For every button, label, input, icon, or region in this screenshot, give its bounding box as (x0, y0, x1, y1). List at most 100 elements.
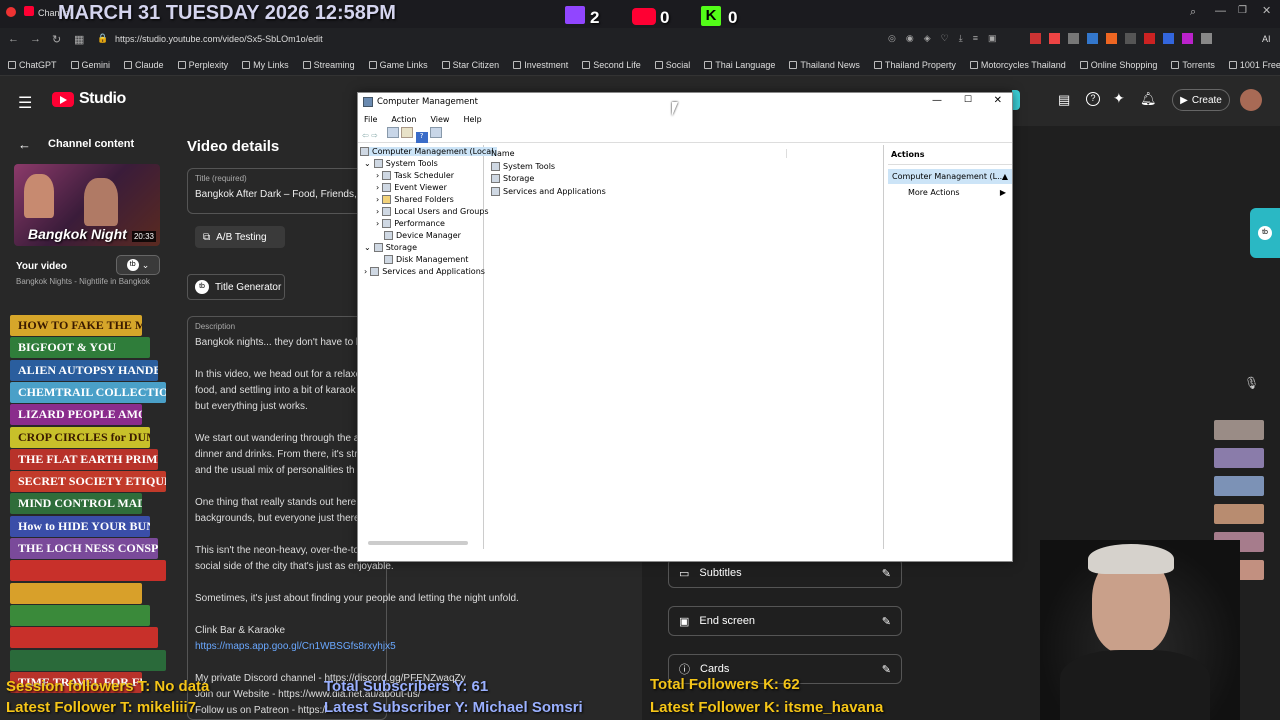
tubebuddy-dropdown[interactable]: tb ⌄ (116, 255, 160, 275)
search-tabs-icon[interactable]: ⌕ (1190, 6, 1196, 19)
action-pane-icon[interactable] (430, 127, 443, 138)
tree-item-device-manager[interactable]: Device Manager (384, 231, 461, 240)
title-input[interactable]: Bangkok After Dark – Food, Friends, (195, 189, 357, 200)
avatar[interactable] (1240, 89, 1262, 111)
tree-item-system-tools[interactable]: ⌄ System Tools (364, 159, 438, 168)
help-icon[interactable]: ? (1086, 92, 1100, 106)
bookmark-item[interactable]: Thailand Property (873, 60, 956, 70)
help-icon[interactable]: ? (415, 132, 428, 143)
tree-item-shared-folders[interactable]: › Shared Folders (376, 195, 454, 204)
browser-logo-icon[interactable] (6, 7, 16, 17)
tree-item-services[interactable]: › Services and Applications (364, 267, 485, 276)
close-icon[interactable]: ✕ (994, 95, 1002, 106)
extension-icon[interactable] (1106, 33, 1117, 44)
bookmark-item[interactable]: ChatGPT (8, 60, 57, 70)
menu-item[interactable]: File (364, 115, 377, 124)
url-field[interactable]: https://studio.youtube.com/video/Sx5-SbL… (115, 34, 323, 44)
menu-item[interactable]: View (430, 115, 449, 124)
tree-item-task-scheduler[interactable]: › Task Scheduler (376, 171, 454, 180)
bookmark-item[interactable]: Social (654, 60, 690, 70)
forward-arrow-icon[interactable]: ⇨ (371, 131, 378, 140)
sparkle-icon[interactable]: ✦ (1113, 90, 1125, 107)
extension-icon[interactable] (1125, 33, 1136, 44)
bookmark-item[interactable]: Claude (124, 60, 164, 70)
bookmark-item[interactable]: Star Citizen (441, 60, 499, 70)
menu-icon[interactable]: ☰ (18, 93, 32, 113)
bookmark-item[interactable]: Game Links (368, 60, 428, 70)
channel-content-link[interactable]: Channel content (48, 138, 134, 150)
bell-icon[interactable]: 🔔︎ (1140, 91, 1157, 107)
captions-icon[interactable]: ▤ (1058, 92, 1070, 108)
list-icon[interactable]: ≡ (973, 33, 978, 44)
bookmark-item[interactable]: Gemini (70, 60, 110, 70)
tree-item-local-users[interactable]: › Local Users and Groups (376, 207, 489, 216)
horizontal-scrollbar[interactable] (368, 541, 468, 545)
maximize-icon[interactable]: ☐ (964, 95, 972, 105)
reload-icon[interactable]: ↻ (52, 33, 61, 46)
column-header-name[interactable]: Name (491, 149, 787, 158)
bookmark-item[interactable]: Streaming (302, 60, 355, 70)
extension-icon[interactable] (1049, 33, 1060, 44)
menu-item[interactable]: Help (463, 115, 481, 124)
tree-item-storage[interactable]: ⌄ Storage (364, 243, 417, 252)
extension-icon[interactable] (1030, 33, 1041, 44)
list-item[interactable]: Services and Applications (491, 187, 606, 196)
export-icon[interactable] (401, 127, 414, 138)
bookmark-item[interactable]: Thai Language (704, 60, 775, 70)
extension-icon[interactable] (1068, 33, 1079, 44)
extension-icon[interactable] (1201, 33, 1212, 44)
create-button[interactable]: ▶ Create (1172, 89, 1230, 111)
bookmark-item[interactable]: My Links (242, 60, 289, 70)
shield-icon[interactable]: ◈ (924, 33, 931, 44)
download-icon[interactable]: ⤓ (959, 33, 963, 44)
edit-icon[interactable]: ✎ (882, 567, 891, 580)
extension-icon[interactable]: ◎ (888, 33, 896, 44)
show-tree-icon[interactable] (386, 127, 399, 138)
account-icon[interactable]: ▣ (988, 33, 997, 44)
forward-icon[interactable]: → (30, 33, 41, 45)
bookmark-item[interactable]: Second Life (582, 60, 641, 70)
camera-icon[interactable]: ◉ (906, 33, 914, 44)
computer-management-window[interactable]: Computer Management — ☐ ✕ File Action View… (357, 92, 1013, 562)
extension-icon[interactable] (1163, 33, 1174, 44)
tubebuddy-side-tab[interactable]: tb (1250, 208, 1280, 258)
bookmark-item[interactable]: Online Shopping (1079, 60, 1157, 70)
ai-button[interactable]: AI (1262, 34, 1271, 44)
bookmark-item[interactable]: 1001 Free Fonts (1228, 60, 1280, 70)
search-bar-edge[interactable] (1012, 90, 1020, 110)
menu-item[interactable]: Action (391, 115, 416, 124)
heart-icon[interactable]: ♡ (941, 33, 949, 44)
maximize-icon[interactable]: ❐ (1238, 5, 1247, 16)
bookmark-item[interactable]: Motorcycles Thailand (969, 60, 1066, 70)
edit-icon[interactable]: ✎ (882, 615, 891, 628)
bookmark-item[interactable]: Investment (513, 60, 568, 70)
bookmark-item[interactable]: Torrents (1171, 60, 1215, 70)
ab-testing-button[interactable]: ⧉ A/B Testing (195, 226, 285, 248)
window-title-bar[interactable]: Computer Management (358, 93, 1012, 111)
studio-logo[interactable]: Studio (52, 90, 126, 108)
subtitles-card[interactable]: ▭ Subtitles ✎ (668, 558, 902, 588)
minimize-icon[interactable]: — (1215, 5, 1226, 17)
back-arrow-icon[interactable]: ← (18, 137, 31, 152)
microphone-icon[interactable]: 🎙︎ (1244, 376, 1259, 390)
tree-item-root[interactable]: Computer Management (Local (360, 147, 498, 156)
close-icon[interactable]: ✕ (1262, 4, 1271, 17)
back-icon[interactable]: ← (8, 33, 19, 45)
tree-item-disk-management[interactable]: Disk Management (384, 255, 468, 264)
back-arrow-icon[interactable]: ⇦ (362, 131, 369, 140)
actions-selected-item[interactable]: Computer Management (L... ▲ (888, 169, 1012, 184)
tree-item-event-viewer[interactable]: › Event Viewer (376, 183, 447, 192)
bookmark-item[interactable]: Thailand News (789, 60, 860, 70)
title-generator-button[interactable]: tb Title Generator (187, 274, 285, 300)
list-item[interactable]: System Tools (491, 162, 555, 171)
tree-item-performance[interactable]: › Performance (376, 219, 445, 228)
list-item[interactable]: Storage (491, 174, 534, 183)
thumb[interactable] (1214, 476, 1264, 496)
thumb[interactable] (1214, 504, 1264, 524)
thumb[interactable] (1214, 448, 1264, 468)
minimize-icon[interactable]: — (932, 95, 942, 106)
extension-icon[interactable] (1144, 33, 1155, 44)
extension-icon[interactable] (1182, 33, 1193, 44)
bookmark-item[interactable]: Perplexity (177, 60, 228, 70)
extension-icon[interactable] (1087, 33, 1098, 44)
